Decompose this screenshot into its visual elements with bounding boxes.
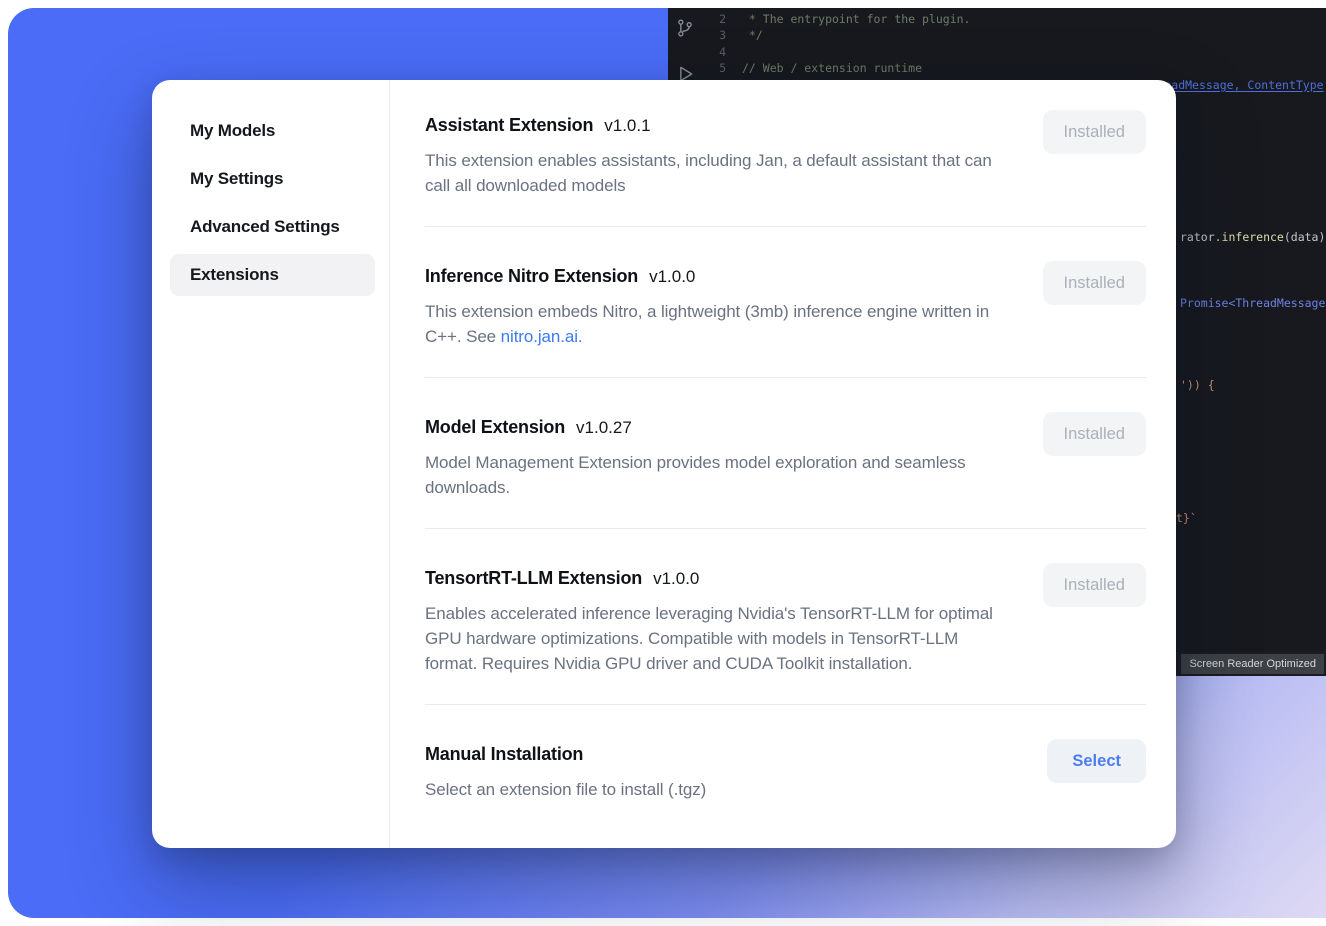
installed-button[interactable]: Installed [1043,563,1146,607]
extension-row-model: Model Extension v1.0.27 Model Management … [425,378,1146,529]
sidebar-item-my-settings[interactable]: My Settings [170,158,375,200]
extension-title: Model Extension [425,417,565,437]
manual-installation-description: Select an extension file to install (.tg… [425,777,706,802]
select-file-button[interactable]: Select [1047,739,1146,783]
page: 2 * The entrypoint for the plugin. 3 */ … [0,0,1326,926]
code-fragment: ')) { [1180,378,1215,392]
extension-row-nitro: Inference Nitro Extension v1.0.0 This ext… [425,227,1146,378]
manual-installation-row: Manual Installation Select an extension … [425,705,1146,830]
extensions-panel: Assistant Extension v1.0.1 This extension… [390,80,1176,848]
code-line: 5 // Web / extension runtime [702,60,1326,76]
extension-row-assistant: Assistant Extension v1.0.1 This extension… [425,80,1146,227]
extension-row-tensorrt: TensortRT-LLM Extension v1.0.0 Enables ac… [425,529,1146,705]
source-control-icon [675,18,695,38]
code-fragment: rator.inference(data)); [1180,230,1326,244]
line-number: 2 [702,11,742,27]
sidebar-item-my-models[interactable]: My Models [170,110,375,152]
code-line: 3 */ [702,27,1326,43]
line-number: 3 [702,27,742,43]
extension-version: v1.0.0 [649,267,695,286]
code-fragment: t}` [1176,511,1197,525]
extension-description: Enables accelerated inference leveraging… [425,601,1015,676]
extension-description: Model Management Extension provides mode… [425,450,1015,500]
code-line: 2 * The entrypoint for the plugin. [702,11,1326,27]
screen-reader-badge: Screen Reader Optimized [1181,654,1324,674]
extension-title: Inference Nitro Extension [425,266,638,286]
line-number: 4 [702,44,742,60]
installed-button[interactable]: Installed [1043,412,1146,456]
extension-version: v1.0.27 [576,418,632,437]
code-fragment: Promise<ThreadMessage> [1180,296,1326,310]
settings-modal: My Models My Settings Advanced Settings … [152,80,1176,848]
extension-version: v1.0.1 [604,116,650,135]
code-line: 4 [702,44,1326,60]
installed-button[interactable]: Installed [1043,110,1146,154]
nitro-jan-ai-link[interactable]: nitro.jan.ai. [501,327,583,346]
sidebar-item-extensions[interactable]: Extensions [170,254,375,296]
extension-title: Assistant Extension [425,115,593,135]
manual-installation-title: Manual Installation [425,744,583,764]
extension-title: TensortRT-LLM Extension [425,568,642,588]
settings-sidebar: My Models My Settings Advanced Settings … [152,80,390,848]
line-number: 5 [702,60,742,76]
sidebar-item-advanced-settings[interactable]: Advanced Settings [170,206,375,248]
extension-description: This extension embeds Nitro, a lightweig… [425,299,1015,349]
extension-version: v1.0.0 [653,569,699,588]
installed-button[interactable]: Installed [1043,261,1146,305]
extension-description: This extension enables assistants, inclu… [425,148,1015,198]
